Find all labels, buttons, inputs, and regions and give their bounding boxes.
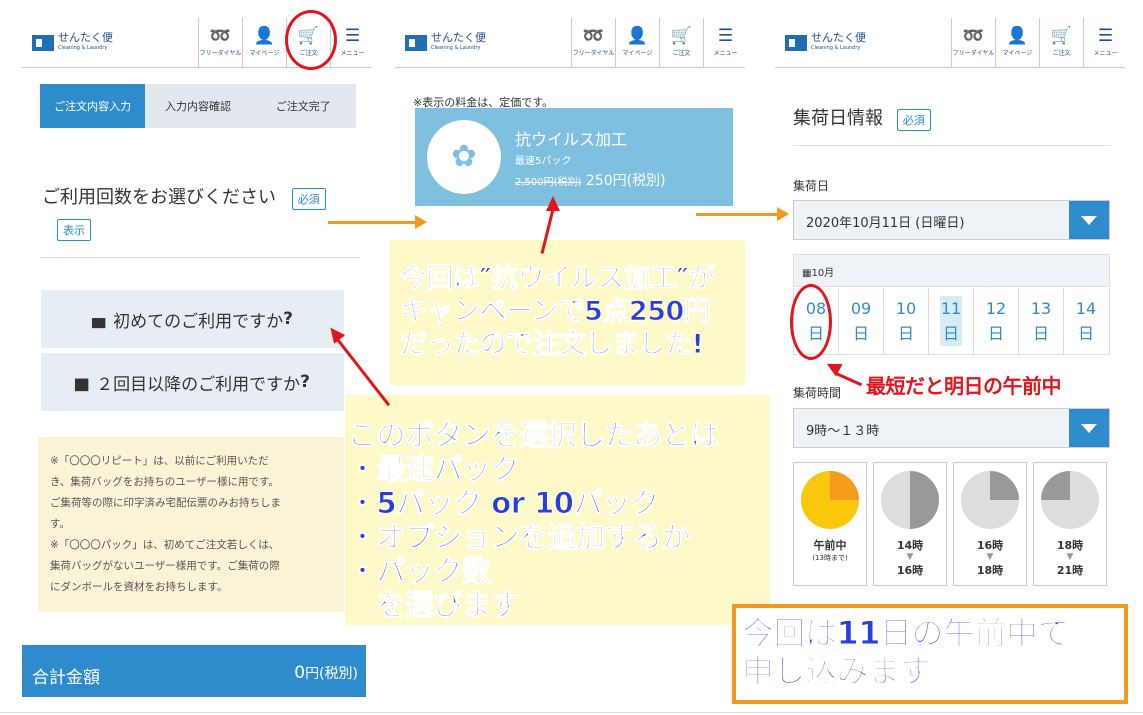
bottom-divider: [0, 712, 1143, 713]
earliest-callout: 最短だと明日の午前中: [866, 374, 1062, 398]
cart-icon: 🛒: [670, 26, 693, 46]
header: せんたく便 Cleaning & Laundry ➿ フリーダイヤル 👤 マイページ …: [395, 18, 745, 68]
logo-icon: [405, 35, 427, 51]
day-14[interactable]: 14 日: [1063, 288, 1108, 355]
step-confirm: 入力内容確認: [145, 84, 251, 128]
show-badge-wrap: 表示: [57, 219, 91, 241]
menu-icon: ☰: [717, 26, 734, 46]
down-arrow-icon: ▼: [906, 552, 914, 562]
day-08-highlight-circle: [790, 284, 832, 360]
campaign-arrowhead: [546, 196, 560, 211]
repeat-button[interactable]: ▅ ２回目以降のご利用ですか?: [41, 353, 344, 411]
slot-16-18[interactable]: 16時 ▼ 18時: [953, 462, 1027, 586]
clock-icon: [801, 471, 859, 529]
pickup-date-select[interactable]: 2020年10月11日 (日曜日): [793, 200, 1110, 240]
box-icon: ▄: [92, 309, 106, 329]
total-bar: 合計金額 0円(税別): [22, 645, 366, 697]
decision-callout-text: 今回は11日の午前中で 申し込みます: [741, 614, 1070, 691]
slot-morning[interactable]: 午前中 (13時まで): [793, 462, 867, 586]
brand-sub: Cleaning & Laundry: [58, 45, 108, 51]
product-price: 2,500円(税別) 250円(税別): [515, 173, 666, 189]
order-button[interactable]: 🛒 ご注文: [659, 18, 703, 68]
required-badge: 必須: [896, 109, 931, 131]
free-dial-icon: ➿: [582, 26, 605, 46]
flow-arrow-1: [328, 221, 416, 224]
bag-icon: ▅: [75, 372, 89, 392]
down-arrow-icon: ▼: [986, 552, 994, 562]
usage-question: ご利用回数をお選びください 必須: [42, 183, 326, 210]
flow-arrow-2: [696, 213, 778, 216]
logo-icon: [32, 35, 54, 51]
usage-note: ※「〇〇〇リピート」は、以前にご利用いただ き、集荷バッグをお持ちのユーザー様に…: [38, 437, 344, 612]
mypage-button[interactable]: 👤 マイページ: [615, 18, 659, 68]
free-dial-button[interactable]: ➿ フリーダイヤル: [951, 18, 995, 68]
user-icon: 👤: [253, 26, 276, 46]
order-panel-1: せんたく便 Cleaning & Laundry ➿ フリーダイヤル 👤 マイページ …: [22, 0, 372, 715]
order-steps: ご注文内容入力 入力内容確認 ご注文完了: [40, 84, 356, 128]
clock-icon: [881, 471, 939, 529]
clock-icon: [1041, 471, 1099, 529]
logo[interactable]: せんたく便 Cleaning & Laundry: [405, 32, 486, 54]
step-input: ご注文内容入力: [40, 84, 146, 128]
user-icon: 👤: [1006, 26, 1029, 46]
cart-icon: 🛒: [1050, 26, 1073, 46]
campaign-callout-text: 今回は″抗ウイルス加工″が キャンペーンで5点250円 だったので注文しました!: [400, 263, 716, 361]
required-badge: 必須: [291, 188, 326, 210]
mypage-button[interactable]: 👤 マイページ: [242, 18, 286, 68]
free-dial-icon: ➿: [209, 26, 232, 46]
day-10[interactable]: 10 日: [883, 288, 928, 355]
logo[interactable]: せんたく便 Cleaning & Laundry: [785, 32, 866, 54]
free-dial-button[interactable]: ➿ フリーダイヤル: [571, 18, 615, 68]
slot-14-16[interactable]: 14時 ▼ 16時: [873, 462, 947, 586]
menu-icon: ☰: [1097, 26, 1114, 46]
logo[interactable]: せんたく便 Cleaning & Laundry: [32, 32, 113, 54]
first-time-button[interactable]: ▄ 初めてのご利用ですか?: [41, 290, 344, 348]
pickup-time-select[interactable]: 9時～１３時: [793, 408, 1110, 448]
pickup-time-label: 集荷時間: [793, 386, 842, 400]
order-button[interactable]: 🛒 ご注文: [1039, 18, 1083, 68]
chevron-down-icon: [1069, 409, 1109, 447]
product-sub: 最速5パック: [515, 156, 572, 167]
free-dial-button[interactable]: ➿ フリーダイヤル: [198, 18, 242, 68]
calendar-month: ▦10月: [793, 254, 1110, 287]
chevron-down-icon: [1069, 201, 1109, 239]
menu-icon: ☰: [344, 26, 361, 46]
cart-highlight-circle: [285, 10, 337, 70]
step-complete: ご注文完了: [250, 84, 356, 128]
day-11[interactable]: 11 日: [928, 288, 973, 355]
free-dial-icon: ➿: [962, 26, 985, 46]
day-13[interactable]: 13 日: [1018, 288, 1063, 355]
show-badge: 表示: [57, 219, 91, 241]
pickup-date-label: 集荷日: [793, 179, 830, 193]
mypage-button[interactable]: 👤 マイページ: [995, 18, 1039, 68]
steps-callout-text: このボタンを選択したあとは ・最速パック ・5パック or 10パック ・オプシ…: [348, 418, 720, 623]
total-value: 0円(税別): [294, 663, 358, 683]
down-arrow-icon: ▼: [1066, 552, 1074, 562]
header: せんたく便 Cleaning & Laundry ➿ フリーダイヤル 👤 マイページ …: [775, 18, 1125, 68]
logo-icon: [785, 35, 807, 51]
day-12[interactable]: 12 日: [973, 288, 1018, 355]
total-label: 合計金額: [32, 668, 100, 688]
flow-arrowhead-1: [415, 215, 427, 229]
slot-18-21[interactable]: 18時 ▼ 21時: [1033, 462, 1107, 586]
day-09[interactable]: 09 日: [838, 288, 883, 355]
product-name: 抗ウイルス加工: [515, 130, 628, 149]
pickup-title: 集荷日情報 必須: [793, 104, 931, 131]
menu-button[interactable]: ☰ メニュー: [703, 18, 745, 68]
user-icon: 👤: [626, 26, 649, 46]
flow-arrowhead-2: [777, 207, 789, 221]
virus-icon: ✿: [427, 120, 501, 194]
product-card[interactable]: ✿ 抗ウイルス加工 最速5パック 2,500円(税別) 250円(税別): [415, 108, 733, 206]
menu-button[interactable]: ☰ メニュー: [1083, 18, 1125, 68]
clock-icon: [961, 471, 1019, 529]
